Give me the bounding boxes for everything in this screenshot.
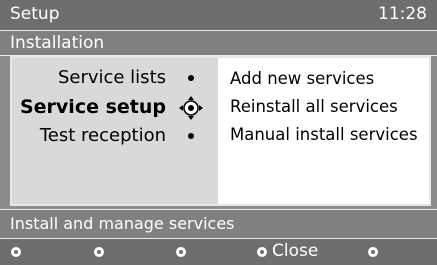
menu-item-label: Test reception <box>39 125 166 146</box>
menu-panel: Service lists Service setup Test recepti… <box>10 56 431 206</box>
menu-item-service-setup[interactable]: Service setup <box>19 95 218 120</box>
bullet-icon <box>188 133 194 139</box>
menu-list: Service lists Service setup Test recepti… <box>12 58 218 204</box>
submenu-item-reinstall[interactable]: Reinstall all services <box>230 96 398 118</box>
menu-item-service-lists[interactable]: Service lists <box>58 66 218 90</box>
option-key-icon[interactable] <box>368 247 378 257</box>
red-key-icon[interactable] <box>11 247 21 257</box>
green-key-icon[interactable] <box>94 247 104 257</box>
menu-item-test-reception[interactable]: Test reception <box>40 124 218 148</box>
subtitle-bar: Installation <box>0 31 437 56</box>
status-text: Install and manage services <box>10 214 235 233</box>
yellow-key-icon[interactable] <box>176 247 186 257</box>
menu-item-label: Service lists <box>57 67 166 88</box>
submenu-item-manual-install[interactable]: Manual install services <box>230 124 418 146</box>
tv-menu-screen: Setup 11:28 Installation Service lists S… <box>0 0 437 265</box>
color-key-bar: Close <box>0 239 437 265</box>
menu-item-label: Service setup <box>19 96 166 118</box>
navigation-cross-icon <box>179 96 203 120</box>
bullet-icon <box>188 75 194 81</box>
blue-key-icon[interactable] <box>257 247 267 257</box>
title-bar: Setup 11:28 <box>0 0 437 31</box>
close-button[interactable]: Close <box>272 241 318 261</box>
section-title: Installation <box>10 33 105 53</box>
page-title: Setup <box>10 4 60 24</box>
submenu-item-add-new[interactable]: Add new services <box>230 68 374 90</box>
clock: 11:28 <box>378 4 427 24</box>
status-bar: Install and manage services <box>0 209 437 239</box>
